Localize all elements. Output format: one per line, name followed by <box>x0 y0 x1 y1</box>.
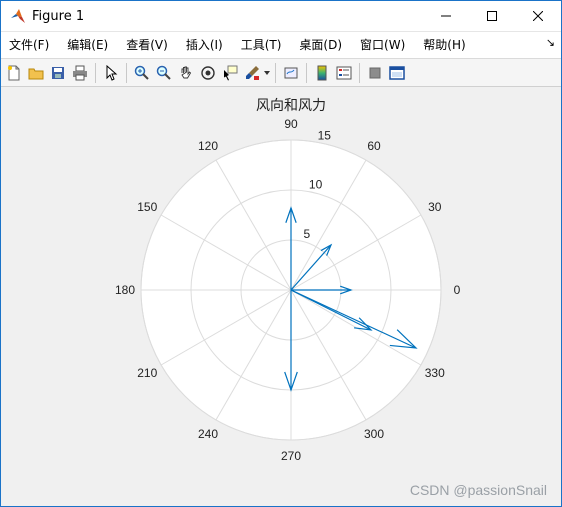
toolbar-separator <box>95 62 96 83</box>
brush-button[interactable] <box>241 62 263 84</box>
pointer-icon <box>106 64 118 81</box>
radial-tick-label: 5 <box>304 227 311 241</box>
menu-tools[interactable]: 工具(T) <box>232 34 291 56</box>
angle-tick-label: 330 <box>425 366 445 380</box>
new-figure-button[interactable] <box>3 62 25 84</box>
angle-tick-label: 180 <box>115 283 135 297</box>
save-button[interactable] <box>47 62 69 84</box>
angle-tick-label: 90 <box>284 117 298 131</box>
save-icon <box>52 66 64 79</box>
compass-plot: 风向和风力51015030609012015018021024027030033… <box>115 98 461 463</box>
menu-bar: 文件(F) 编辑(E) 查看(V) 插入(I) 工具(T) 桌面(D) 窗口(W… <box>1 32 561 58</box>
angle-tick-label: 300 <box>364 427 384 441</box>
figure-window: Figure 1 文件(F) 编辑(E) 查看(V) 插入(I) 工具(T) 桌… <box>0 0 562 507</box>
legend-icon <box>336 66 352 79</box>
colorbar-button[interactable] <box>311 62 333 84</box>
menu-window[interactable]: 窗口(W) <box>351 34 414 56</box>
rotate-3d-button[interactable] <box>197 62 219 84</box>
hide-plot-tools-button[interactable] <box>364 62 386 84</box>
edit-plot-button[interactable] <box>100 62 122 84</box>
show-plot-tools-icon <box>389 65 405 80</box>
link-plot-button[interactable] <box>280 62 302 84</box>
radial-tick-label: 10 <box>309 178 323 192</box>
chevron-down-icon <box>264 70 270 75</box>
angle-tick-label: 60 <box>367 139 381 153</box>
new-figure-icon <box>8 65 20 80</box>
menu-help[interactable]: 帮助(H) <box>414 34 474 56</box>
data-cursor-icon <box>224 65 238 80</box>
toolbar-separator <box>126 62 127 83</box>
menu-edit[interactable]: 编辑(E) <box>58 34 117 56</box>
open-file-button[interactable] <box>25 62 47 84</box>
pan-hand-icon <box>181 66 192 78</box>
minimize-button[interactable] <box>423 1 469 31</box>
minimize-icon <box>441 15 451 17</box>
menu-insert[interactable]: 插入(I) <box>177 34 232 56</box>
data-cursor-button[interactable] <box>219 62 241 84</box>
open-file-icon <box>28 68 44 79</box>
angle-tick-label: 270 <box>281 449 301 463</box>
toolbar-separator <box>359 62 360 83</box>
print-icon <box>73 65 87 80</box>
toolbar-separator <box>275 62 276 83</box>
angle-tick-label: 210 <box>137 366 157 380</box>
brush-dropdown[interactable] <box>263 62 271 84</box>
matlab-logo-icon <box>11 9 25 23</box>
angle-tick-label: 240 <box>198 427 218 441</box>
menu-view[interactable]: 查看(V) <box>117 34 177 56</box>
chart-title: 风向和风力 <box>256 98 326 114</box>
print-button[interactable] <box>69 62 91 84</box>
menu-desktop[interactable]: 桌面(D) <box>290 34 351 56</box>
angle-tick-label: 30 <box>428 200 442 214</box>
zoom-out-icon <box>156 65 171 80</box>
maximize-icon <box>487 11 497 21</box>
close-button[interactable] <box>515 1 561 31</box>
title-bar: Figure 1 <box>1 1 561 32</box>
maximize-button[interactable] <box>469 1 515 31</box>
figure-toolbar <box>1 58 561 87</box>
menu-file[interactable]: 文件(F) <box>1 34 58 56</box>
angle-tick-label: 0 <box>454 283 461 297</box>
hide-plot-tools-icon <box>369 67 381 78</box>
window-title: Figure 1 <box>32 8 85 24</box>
zoom-in-button[interactable] <box>131 62 153 84</box>
angle-tick-label: 150 <box>137 200 157 214</box>
pan-button[interactable] <box>175 62 197 84</box>
brush-icon <box>246 65 259 80</box>
close-icon <box>533 11 543 21</box>
legend-button[interactable] <box>333 62 355 84</box>
show-plot-tools-button[interactable] <box>386 62 408 84</box>
zoom-in-icon <box>134 65 149 80</box>
link-plot-icon <box>284 67 298 78</box>
angle-tick-label: 120 <box>198 139 218 153</box>
toolbar-separator <box>306 62 307 83</box>
rotate-3d-icon <box>201 65 215 80</box>
colorbar-icon <box>317 65 327 80</box>
watermark-text: CSDN @passionSnail <box>409 482 547 498</box>
menu-overflow-arrow-icon[interactable]: ↘ <box>546 36 555 49</box>
radial-tick-label: 15 <box>318 128 332 142</box>
zoom-out-button[interactable] <box>153 62 175 84</box>
